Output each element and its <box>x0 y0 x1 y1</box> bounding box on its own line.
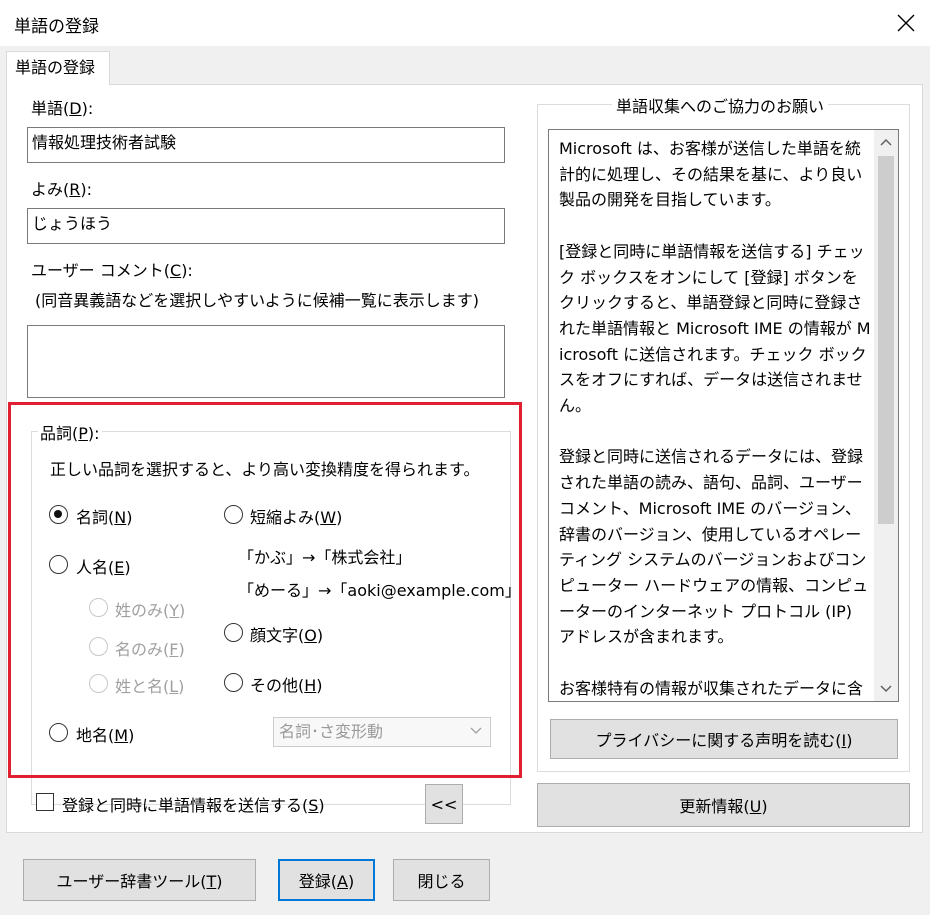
label-meishi: 名詞(N) <box>76 508 133 527</box>
radio-chimei[interactable] <box>49 723 68 742</box>
example-mail: 「めーる」→「aoki@example.com」 <box>238 581 521 600</box>
label-kaomoji: 顔文字(O) <box>250 626 324 645</box>
radio-tanshuku[interactable] <box>224 505 243 524</box>
label-chimei: 地名(M) <box>76 726 135 745</box>
radio-jinmei[interactable] <box>49 555 68 574</box>
info-text: Microsoft は、お客様が送信した単語を統計的に処理し、その結果を基に、よ… <box>559 136 871 701</box>
label-tanshuku: 短縮よみ(W) <box>250 508 343 527</box>
info-paragraph: [登録と同時に単語情報を送信する] チェック ボックスをオンにして [登録] ボ… <box>559 241 871 416</box>
scroll-up-icon[interactable] <box>874 130 898 154</box>
label-jinmei: 人名(E) <box>76 558 131 577</box>
info-textbox[interactable]: Microsoft は、お客様が送信した単語を統計的に処理し、その結果を基に、よ… <box>548 129 899 702</box>
comment-hint: (同音異義語などを選択しやすいように候補一覧に表示します) <box>35 291 480 310</box>
scroll-thumb[interactable] <box>878 156 894 524</box>
register-button[interactable]: 登録(A) <box>278 859 375 901</box>
label-sei: 姓のみ(Y) <box>115 601 186 620</box>
collapse-button[interactable]: << <box>425 784 463 824</box>
send-checkbox-label: 登録と同時に単語情報を送信する(S) <box>62 796 325 815</box>
radio-kaomoji[interactable] <box>224 623 243 642</box>
yomi-label: よみ(R): <box>31 180 93 199</box>
dialog-client: 単語の登録 単語(D): 情報処理技術者試験 よみ(R): じょうほう ユーザー… <box>0 46 930 915</box>
close-button[interactable]: 閉じる <box>393 859 490 901</box>
label-mei: 名のみ(F) <box>115 640 185 659</box>
send-checkbox[interactable] <box>36 793 54 811</box>
tab-word-register[interactable]: 単語の登録 <box>6 51 110 85</box>
info-paragraph: 登録と同時に送信されるデータには、登録された単語の読み、語句、品詞、ユーザー コ… <box>559 447 869 647</box>
label-sonota: その他(H) <box>250 676 323 695</box>
word-input[interactable]: 情報処理技術者試験 <box>27 127 505 163</box>
pos-description: 正しい品詞を選択すると、より高い変換精度を得られます。 <box>50 460 480 479</box>
comment-label: ユーザー コメント(C): <box>31 261 193 280</box>
privacy-button[interactable]: プライバシーに関する声明を読む(I) <box>550 719 898 759</box>
info-paragraph: Microsoft は、お客様が送信した単語を統計的に処理し、その結果を基に、よ… <box>559 139 863 210</box>
info-paragraph: お客様特有の情報が収集されたデータに含まれることがあります。このような情報が存在… <box>559 678 864 698</box>
radio-seitomei[interactable] <box>89 674 108 693</box>
yomi-input[interactable]: じょうほう <box>27 208 505 244</box>
scroll-down-icon[interactable] <box>874 677 898 701</box>
title-bar: 単語の登録 <box>0 0 930 46</box>
example-kabu: 「かぶ」→「株式会社」 <box>238 548 412 567</box>
label-seitomei: 姓と名(L) <box>115 677 185 696</box>
user-dictionary-tool-button[interactable]: ユーザー辞書ツール(T) <box>23 859 256 901</box>
comment-input[interactable] <box>27 325 505 398</box>
pos-subtype-value: 名詞･さ変形動 <box>279 722 384 741</box>
info-group-label: 単語収集へのご協力のお願い <box>612 93 829 117</box>
word-label: 単語(D): <box>31 99 94 118</box>
radio-sei[interactable] <box>89 598 108 617</box>
radio-meishi[interactable] <box>49 505 68 524</box>
chevron-down-icon <box>470 727 482 734</box>
update-info-button[interactable]: 更新情報(U) <box>537 783 910 827</box>
info-scrollbar[interactable] <box>874 130 898 701</box>
close-icon[interactable] <box>888 6 924 40</box>
radio-sonota[interactable] <box>224 673 243 692</box>
window-title: 単語の登録 <box>14 17 99 37</box>
pos-label: 品詞(P): <box>38 420 102 444</box>
pos-subtype-select[interactable]: 名詞･さ変形動 <box>273 717 491 747</box>
radio-mei[interactable] <box>89 637 108 656</box>
